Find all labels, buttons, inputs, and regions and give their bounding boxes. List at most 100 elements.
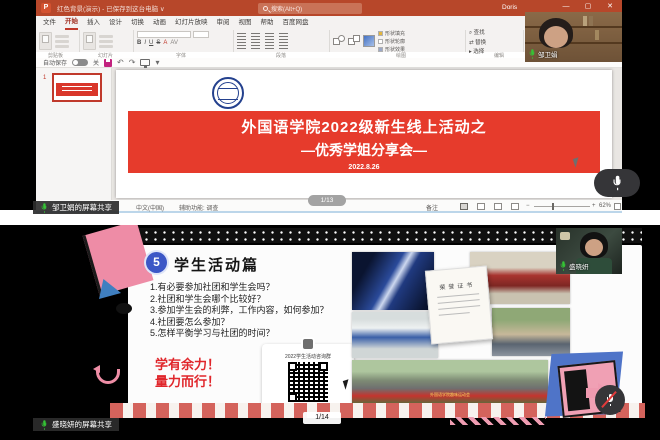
tab-help[interactable]: 帮助	[261, 17, 274, 29]
replace-button[interactable]: ⇄ 替换	[469, 38, 486, 46]
group-avatar	[301, 337, 315, 351]
customize-toolbar-icon[interactable]: ▾	[155, 58, 159, 68]
zoom-slider[interactable]	[534, 206, 590, 207]
indent-icon[interactable]	[265, 33, 274, 40]
layout-reset-section-icons[interactable]	[99, 35, 113, 48]
clipboard-group	[36, 30, 80, 52]
status-accessibility[interactable]: 辅助功能: 调查	[179, 203, 218, 212]
banner-text: 外国语学院趣味运动会	[362, 392, 538, 398]
slide-sorter-icon[interactable]	[477, 203, 485, 210]
pink-stripes-decor	[450, 417, 546, 425]
tab-baidu-netdisk[interactable]: 百度网盘	[283, 17, 309, 29]
university-logo-icon	[212, 77, 244, 109]
account-name[interactable]: Doris	[502, 0, 517, 16]
paste-button-icon[interactable]	[39, 32, 52, 50]
letterbox-left	[0, 0, 36, 210]
font-size-box[interactable]	[193, 31, 209, 38]
quick-styles-button-icon[interactable]	[363, 35, 375, 47]
autosave-toggle[interactable]	[72, 59, 88, 66]
normal-view-icon[interactable]	[460, 203, 468, 210]
bookshelf-decor	[583, 16, 587, 26]
font-color-button[interactable]: A	[163, 40, 167, 46]
save-button-icon[interactable]	[104, 59, 112, 67]
notes-button[interactable]: 备注	[426, 203, 438, 212]
tab-design[interactable]: 设计	[109, 17, 122, 29]
fit-to-window-icon[interactable]	[614, 203, 621, 210]
slide-canvas[interactable]: 外国语学院2022级新生线上活动之 —优秀学姐分享会— 2022.8.26	[116, 70, 612, 198]
italic-button[interactable]: I	[144, 40, 146, 46]
question-item: 2.社团和学生会哪个比较好？	[150, 294, 365, 306]
meeting-window: P 红色背景(演示) - 已保存到这台电脑 ∨ 搜索(Alt+Q) Doris …	[0, 0, 660, 440]
redo-button-icon[interactable]: ↷	[129, 58, 136, 68]
slide-title-line2: —优秀学姐分享会—	[128, 140, 600, 160]
slideshow-view-icon[interactable]	[511, 203, 519, 210]
arrange-button-icon[interactable]	[348, 35, 360, 47]
search-icon	[263, 6, 268, 11]
zoom-out-button[interactable]: −	[526, 203, 530, 209]
strikethrough-button[interactable]: S	[156, 40, 160, 46]
columns-icon[interactable]	[279, 42, 288, 49]
drawing-group: 形状填充 形状轮廓 形状效果	[330, 30, 466, 52]
align-right-icon[interactable]	[265, 42, 274, 49]
mic-on-icon	[41, 203, 47, 213]
tab-insert[interactable]: 插入	[87, 17, 100, 29]
cut-copy-painter-icons[interactable]	[55, 35, 69, 48]
microphone-icon	[612, 176, 622, 190]
microphone-button[interactable]	[594, 169, 640, 197]
webcam-tile-bottom[interactable]: 盛晓妍	[556, 228, 622, 274]
bullets-icon[interactable]	[237, 33, 246, 40]
tab-transitions[interactable]: 切换	[131, 17, 144, 29]
status-language[interactable]: 中文(中国)	[136, 203, 164, 212]
participant-face	[585, 239, 603, 256]
search-placeholder: 搜索(Alt+Q)	[271, 4, 302, 13]
zoom-in-button[interactable]: +	[592, 203, 596, 209]
tab-review[interactable]: 审阅	[217, 17, 230, 29]
shape-fill-button[interactable]: 形状填充	[378, 30, 405, 37]
tab-home[interactable]: 开始	[65, 16, 78, 30]
question-item: 3.参加学生会的利弊，工作内容，如何参加？	[150, 305, 365, 317]
line-spacing-icon[interactable]	[279, 33, 288, 40]
shape-outline-button[interactable]: 形状轮廓	[378, 38, 405, 45]
reading-view-icon[interactable]	[494, 203, 502, 210]
participant-face	[544, 26, 568, 48]
slide-thumbnail[interactable]	[52, 73, 102, 102]
undo-button-icon[interactable]: ↶	[117, 58, 124, 68]
document-title: 红色背景(演示) - 已保存到这台电脑 ∨	[57, 3, 165, 13]
numbering-icon[interactable]	[251, 33, 260, 40]
bold-button[interactable]: B	[137, 40, 141, 46]
qr-code	[288, 362, 328, 402]
tab-file[interactable]: 文件	[43, 17, 56, 29]
shapes-button-icon[interactable]	[333, 35, 345, 47]
microphone-muted-button[interactable]	[595, 385, 625, 415]
underline-button[interactable]: U	[149, 40, 153, 46]
shape-outline-icon	[378, 39, 383, 44]
slide-date: 2022.8.26	[128, 164, 600, 171]
search-input[interactable]: 搜索(Alt+Q)	[258, 3, 362, 14]
tab-slideshow[interactable]: 幻灯片放映	[175, 17, 208, 29]
new-slide-button-icon[interactable]	[83, 32, 96, 50]
tab-view[interactable]: 视图	[239, 17, 252, 29]
thumbnail-number: 1	[43, 75, 46, 81]
font-name-box[interactable]	[137, 31, 191, 38]
tab-animations[interactable]: 动画	[153, 17, 166, 29]
question-item: 5.怎样平衡学习与社团的时间？	[150, 328, 365, 340]
slides-group	[80, 30, 134, 52]
taekwondo-photo	[352, 312, 438, 358]
webcam-tile-top[interactable]: 邹卫娟	[525, 12, 622, 62]
certificate-photo: 荣誉证书	[425, 265, 493, 344]
align-center-icon[interactable]	[251, 42, 260, 49]
zoom-slider-thumb[interactable]	[552, 203, 554, 210]
slide-title-banner: 外国语学院2022级新生线上活动之 —优秀学姐分享会— 2022.8.26	[128, 111, 600, 173]
find-button[interactable]: ⌕ 查找	[469, 28, 486, 37]
slideshow-title: 学生活动篇	[174, 254, 259, 275]
align-left-icon[interactable]	[237, 42, 246, 49]
start-slideshow-icon[interactable]	[140, 59, 150, 66]
webcam-name-bottom: 盛晓妍	[559, 260, 589, 272]
webcam-name-top: 邹卫娟	[528, 48, 558, 60]
slide-page-indicator: 1/13	[308, 195, 346, 206]
editing-group: ⌕ 查找 ⇄ 替换 ▸ 选择	[466, 30, 524, 52]
zoom-percentage[interactable]: 62%	[599, 203, 611, 209]
character-spacing-button[interactable]: AV	[170, 40, 178, 46]
question-item: 4.社团要怎么参加？	[150, 317, 365, 329]
mic-on-icon	[560, 261, 566, 271]
